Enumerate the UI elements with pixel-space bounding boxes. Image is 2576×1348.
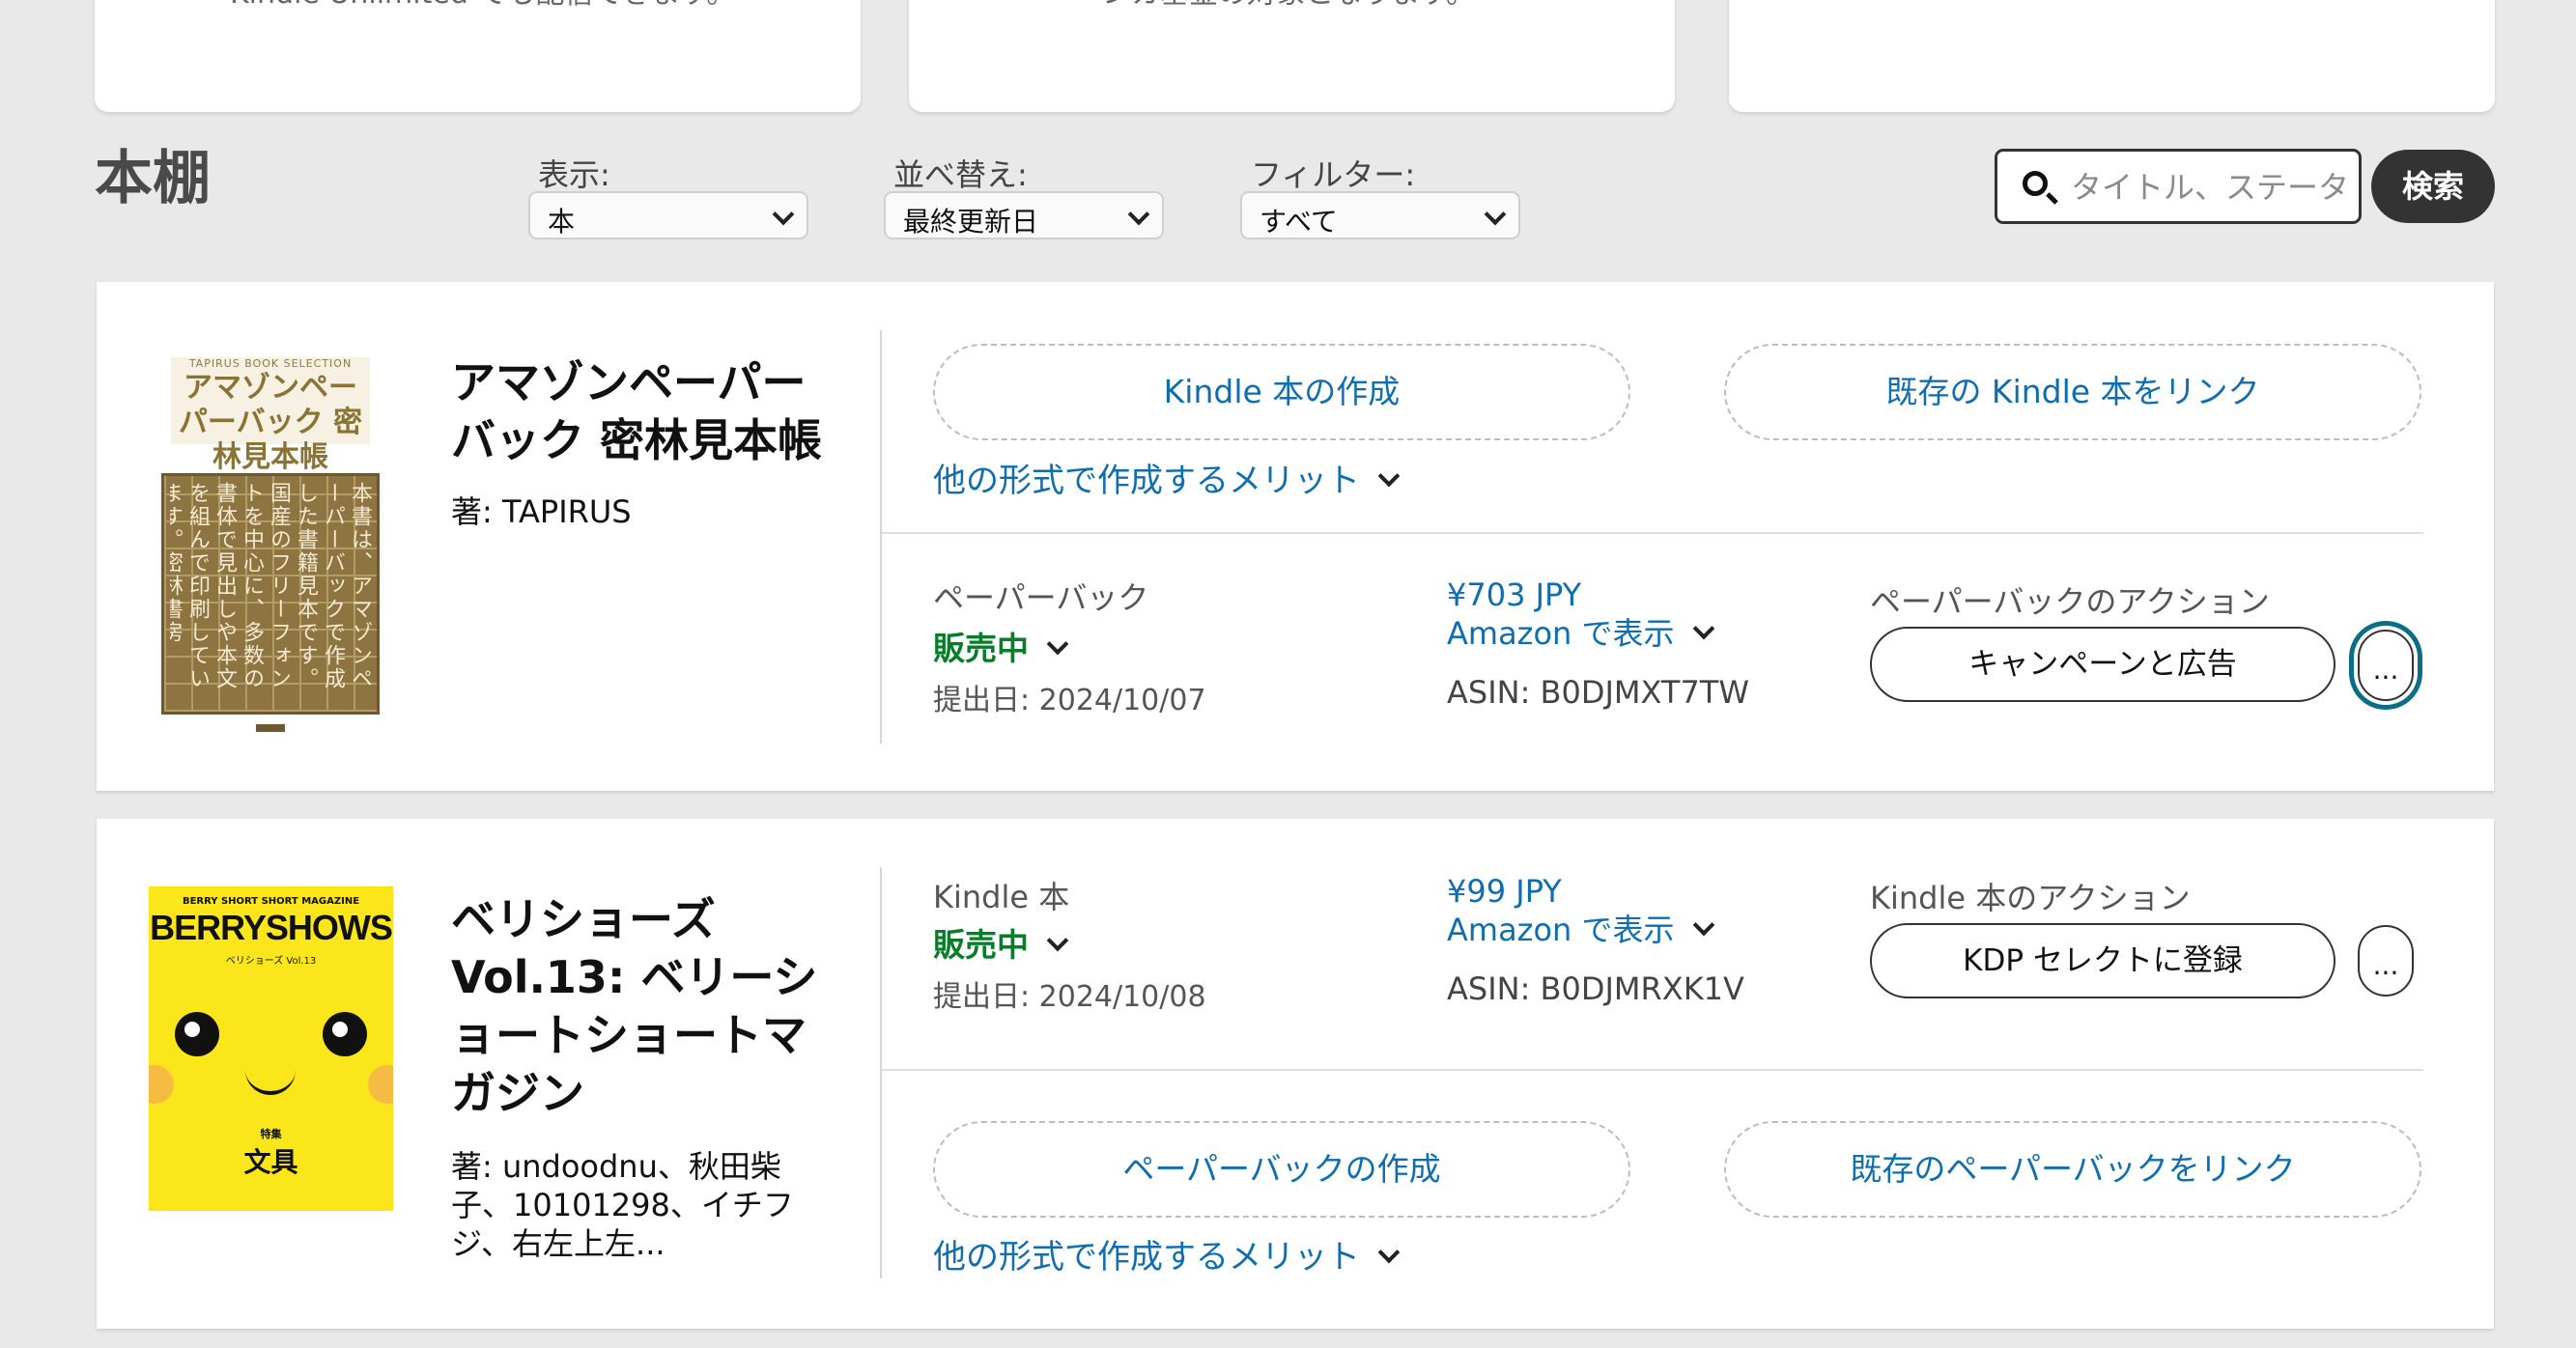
divider xyxy=(882,532,2423,534)
create-paperback-button[interactable]: ペーパーバックの作成 xyxy=(933,1121,1630,1218)
divider xyxy=(880,330,882,744)
price-1[interactable]: ¥703 JPY xyxy=(1447,576,1581,614)
view-on-amazon-text-1: Amazon で表示 xyxy=(1447,615,1675,652)
chevron-down-icon xyxy=(1484,203,1507,226)
create-kindle-button[interactable]: Kindle 本の作成 xyxy=(933,344,1630,440)
book-cover-2[interactable]: BERRY SHORT SHORT MAGAZINE BERRYSHOWS ベリ… xyxy=(149,886,393,1211)
cover-2-eye-left xyxy=(175,1012,219,1056)
search-button[interactable]: 検索 xyxy=(2371,150,2495,223)
status-text-1: 販売中 xyxy=(933,630,1029,667)
divider xyxy=(880,867,882,1278)
chevron-down-icon xyxy=(1692,913,1714,937)
chevron-down-icon xyxy=(1127,203,1150,226)
book-title-2[interactable]: ベリショーズ Vol.13: ベリーショートショートマガジン xyxy=(451,890,818,1122)
other-formats-benefits-text-2: 他の形式で作成するメリット xyxy=(933,1238,1360,1277)
status-text-2: 販売中 xyxy=(933,926,1029,964)
actions-label-2: Kindle 本のアクション xyxy=(1870,880,2191,916)
display-select[interactable]: 本 xyxy=(528,191,808,239)
info-card-1-text: Kindle Unlimited でも配信できます。 xyxy=(230,0,735,12)
cover-1-small-text: TAPIRUS BOOK SELECTION xyxy=(188,357,353,370)
search-input[interactable] xyxy=(2069,165,2353,210)
filter-label: フィルター: xyxy=(1251,156,1416,193)
cover-2-feature-word: 文具 xyxy=(243,1146,298,1178)
page-title: 本棚 xyxy=(95,145,211,212)
view-on-amazon-1[interactable]: Amazon で表示 xyxy=(1447,614,1714,653)
cover-1-body: 本書は、アマゾンペーパーバックで作成した書籍見本です。国産のフリーフォントを中心… xyxy=(170,482,372,690)
cover-2-cheek-right xyxy=(368,1065,393,1104)
sort-select[interactable]: 最終更新日 xyxy=(884,191,1164,239)
cover-2-eye-right xyxy=(323,1012,367,1056)
submitted-date-2: 提出日: 2024/10/08 xyxy=(933,980,1206,1014)
link-kindle-button[interactable]: 既存の Kindle 本をリンク xyxy=(1724,344,2421,440)
display-label: 表示: xyxy=(538,156,610,193)
info-card-2-text: ンカ基金の対象となります。 xyxy=(1102,0,1475,12)
cover-2-cheek-left xyxy=(149,1065,174,1104)
campaign-ads-button[interactable]: キャンペーンと広告 xyxy=(1870,627,2335,702)
book-author-1: 著: TAPIRUS xyxy=(451,493,632,530)
info-card-1: Kindle Unlimited でも配信できます。 xyxy=(95,0,861,112)
submitted-date-1: 提出日: 2024/10/07 xyxy=(933,684,1206,717)
more-actions-button-2[interactable]: ... xyxy=(2358,925,2414,997)
other-formats-benefits-text: 他の形式で作成するメリット xyxy=(933,462,1360,500)
search-icon xyxy=(2023,171,2048,196)
book-cover-1[interactable]: TAPIRUS BOOK SELECTION アマゾンペーパーバック 密林見本帳… xyxy=(159,357,382,734)
info-card-3 xyxy=(1729,0,2495,112)
display-select-value: 本 xyxy=(548,206,576,238)
book-title-1[interactable]: アマゾンペーパーバック 密林見本帳 xyxy=(451,353,828,469)
cover-2-subtitle: ベリショーズ Vol.13 xyxy=(225,956,317,967)
other-formats-benefits-link[interactable]: 他の形式で作成するメリット xyxy=(933,454,1401,501)
chevron-down-icon xyxy=(772,203,795,226)
actions-label-1: ペーパーバックのアクション xyxy=(1870,583,2270,620)
view-on-amazon-2[interactable]: Amazon で表示 xyxy=(1447,911,1714,949)
filter-select-value: すべて xyxy=(1260,206,1338,238)
chevron-down-icon xyxy=(1377,1241,1401,1264)
cover-1-foot xyxy=(256,724,285,732)
view-on-amazon-text-2: Amazon で表示 xyxy=(1447,912,1675,948)
status-dropdown-2[interactable]: 販売中 xyxy=(933,919,1069,966)
book-author-2: 著: undoodnu、秋田柴子、10101298、イチフジ、右左上左... xyxy=(451,1148,794,1262)
chevron-down-icon xyxy=(1046,632,1069,656)
sort-label: 並べ替え: xyxy=(893,156,1028,193)
more-actions-button-1[interactable]: ... xyxy=(2358,630,2414,701)
chevron-down-icon xyxy=(1377,464,1401,488)
cover-1-header: TAPIRUS BOOK SELECTION アマゾンペーパーバック 密林見本帳 xyxy=(171,357,370,474)
cover-1-grid: 本書は、アマゾンペーパーバックで作成した書籍見本です。国産のフリーフォントを中心… xyxy=(161,473,380,715)
cover-2-title: BERRYSHOWS xyxy=(150,908,393,947)
kdp-select-button[interactable]: KDP セレクトに登録 xyxy=(1870,923,2335,998)
link-paperback-button[interactable]: 既存のペーパーバックをリンク xyxy=(1724,1121,2421,1218)
info-card-2: ンカ基金の対象となります。 xyxy=(909,0,1675,112)
chevron-down-icon xyxy=(1046,929,1069,952)
format-type-2: Kindle 本 xyxy=(933,879,1070,915)
sort-select-value: 最終更新日 xyxy=(903,206,1039,238)
chevron-down-icon xyxy=(1692,617,1714,640)
asin-1: ASIN: B0DJMXT7TW xyxy=(1447,674,1749,711)
asin-2: ASIN: B0DJMRXK1V xyxy=(1447,970,1744,1007)
price-2[interactable]: ¥99 JPY xyxy=(1447,872,1562,911)
format-type-1: ペーパーバック xyxy=(933,579,1149,616)
cover-2-feature-label: 特集 xyxy=(260,1128,282,1140)
filter-select[interactable]: すべて xyxy=(1240,191,1520,239)
other-formats-benefits-link-2[interactable]: 他の形式で作成するメリット xyxy=(933,1230,1401,1278)
divider xyxy=(882,1069,2423,1071)
cover-1-title: アマゾンペーパーバック 密林見本帳 xyxy=(178,371,363,474)
cover-2-mouth xyxy=(245,1070,296,1095)
search-box xyxy=(1995,149,2362,224)
status-dropdown-1[interactable]: 販売中 xyxy=(933,623,1069,669)
cover-2-small-text: BERRY SHORT SHORT MAGAZINE xyxy=(182,896,360,907)
